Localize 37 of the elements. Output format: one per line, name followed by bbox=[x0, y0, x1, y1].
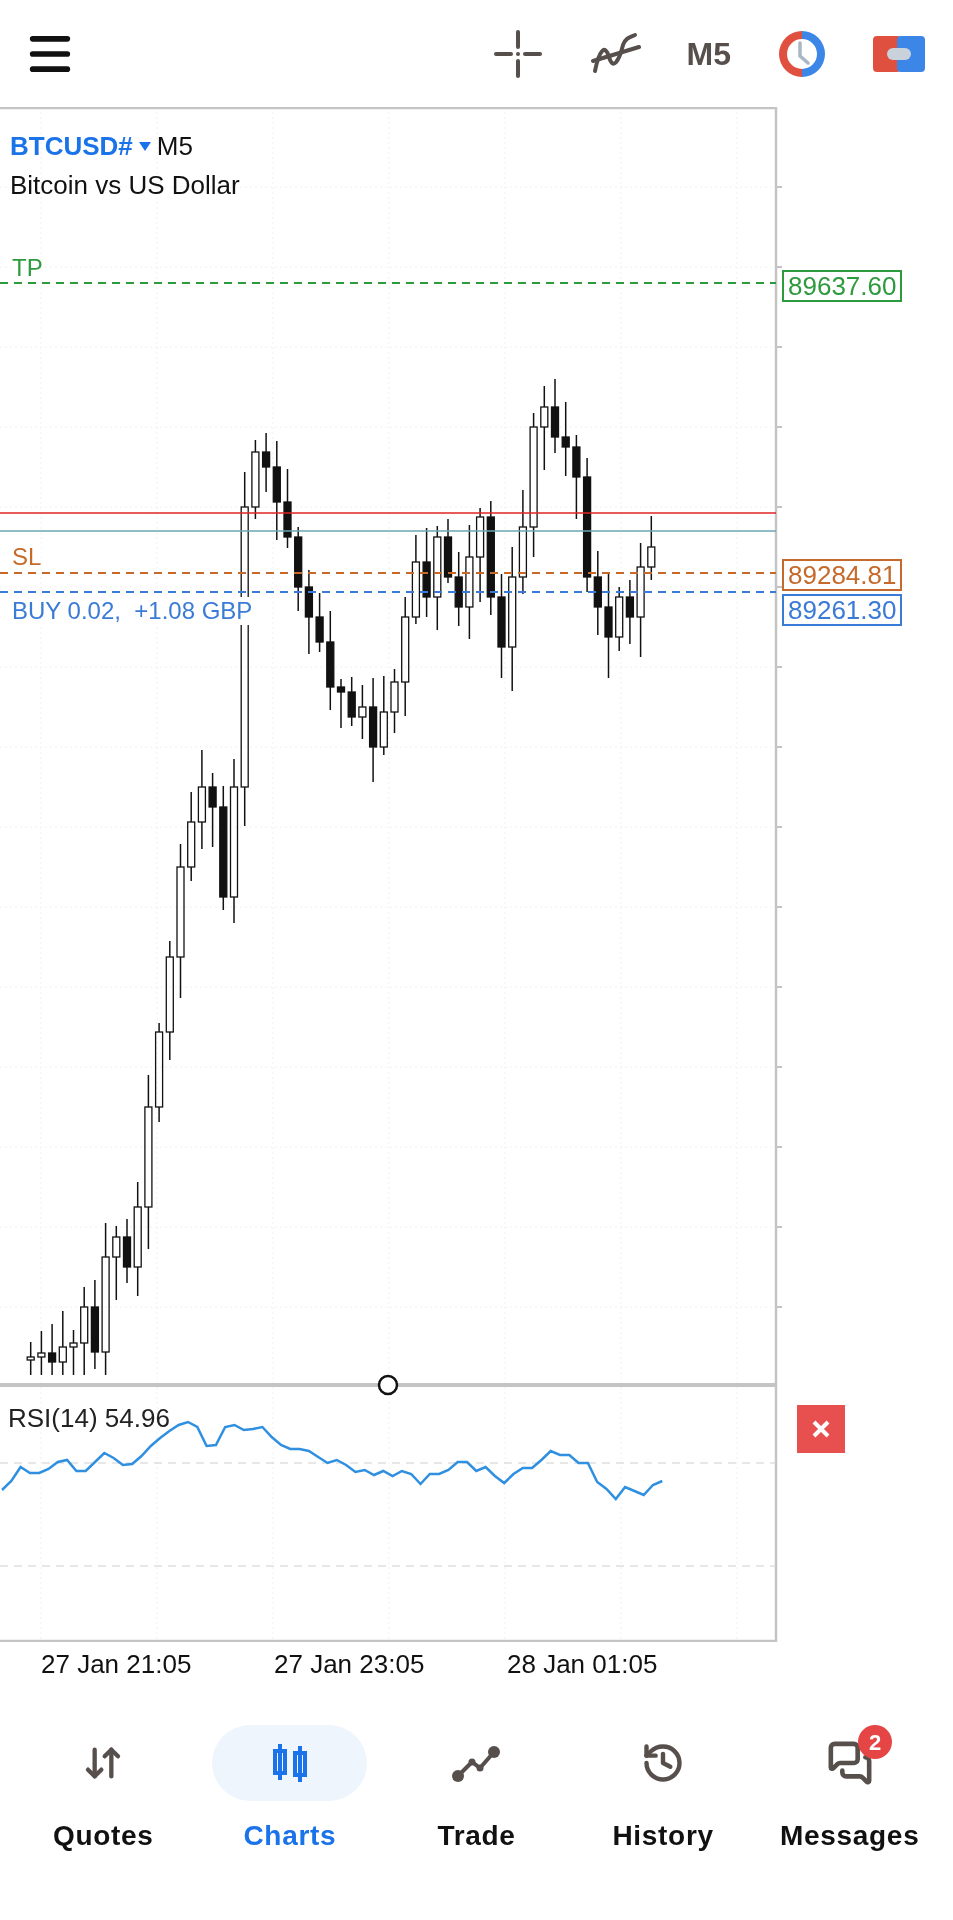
price-label: 89261.30 bbox=[782, 594, 903, 626]
timeframe-button[interactable]: M5 bbox=[686, 29, 731, 78]
nav-tab[interactable]: Quotes bbox=[10, 1725, 197, 1857]
price-label: 89284.81 bbox=[782, 559, 903, 591]
candle bbox=[37, 1330, 46, 1376]
candle bbox=[647, 515, 656, 581]
candle bbox=[315, 592, 324, 653]
time-label: 27 Jan 23:05 bbox=[273, 1648, 426, 1681]
time-label: 27 Jan 21:05 bbox=[40, 1648, 193, 1681]
close-icon bbox=[811, 1419, 831, 1439]
nav-tab[interactable]: Trade bbox=[383, 1725, 570, 1857]
nav-tab[interactable]: 2 Messages bbox=[756, 1725, 943, 1857]
line-label: SL bbox=[12, 543, 42, 571]
candle bbox=[69, 1329, 78, 1376]
chart-timeframe: M5 bbox=[156, 130, 193, 163]
candle bbox=[347, 676, 356, 727]
resize-handle[interactable] bbox=[377, 1374, 399, 1396]
price-label: 89637.60 bbox=[782, 270, 903, 302]
line-label: BUY 0.02, +1.08 GBP bbox=[12, 597, 253, 625]
candle bbox=[615, 586, 624, 652]
indicator-label: RSI(14) 54.96 bbox=[8, 1402, 170, 1435]
nav-tab[interactable]: History bbox=[569, 1725, 757, 1857]
candle bbox=[58, 1310, 67, 1376]
candle bbox=[390, 668, 399, 734]
close-button[interactable] bbox=[797, 1405, 845, 1453]
candle bbox=[47, 1323, 57, 1376]
symbol-description: Bitcoin vs US Dollar bbox=[10, 169, 240, 202]
clock-icon[interactable] bbox=[777, 28, 827, 79]
crosshair-icon[interactable] bbox=[492, 28, 543, 79]
symbol-name[interactable]: BTCUSD# bbox=[10, 127, 133, 166]
time-label: 28 Jan 01:05 bbox=[506, 1648, 659, 1681]
dropdown-caret-icon[interactable] bbox=[138, 142, 151, 151]
unread-badge: 2 bbox=[858, 1725, 893, 1759]
nav-tab[interactable]: Charts bbox=[196, 1725, 384, 1857]
line-label: TP bbox=[12, 254, 43, 282]
one-click-trading-icon[interactable] bbox=[873, 35, 925, 72]
candle bbox=[26, 1341, 35, 1376]
